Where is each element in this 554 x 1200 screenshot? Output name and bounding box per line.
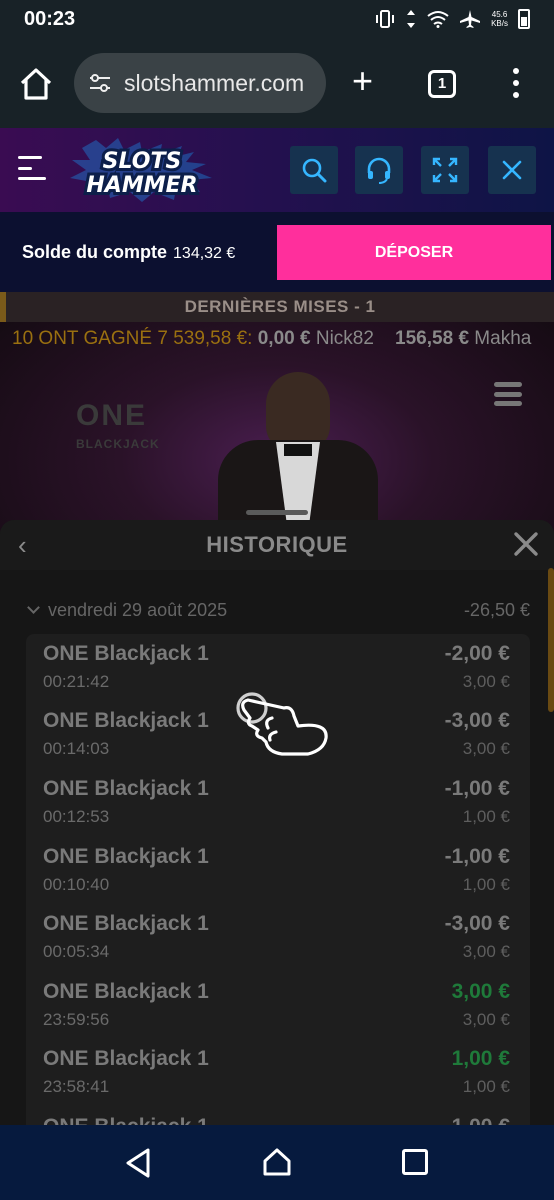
list-item[interactable]: ONE Blackjack 1 00:05:34 -3,00 € 3,00 € <box>26 904 530 972</box>
fullscreen-button[interactable] <box>421 146 469 194</box>
history-header: HISTORIQUE ‹ <box>0 520 554 570</box>
ticker-name: Makha <box>474 328 532 349</box>
ticker-name: Nick82 <box>315 328 374 349</box>
battery-icon <box>518 9 530 29</box>
close-icon <box>502 160 522 180</box>
wifi-icon <box>427 11 449 28</box>
slots-hammer-logo[interactable]: SLOTS SLOTS HAMMER HAMMER <box>66 138 218 202</box>
close-icon[interactable] <box>512 530 540 558</box>
status-time: 00:23 <box>24 7 76 30</box>
search-button[interactable] <box>290 146 338 194</box>
tap-gesture-icon <box>236 692 328 756</box>
day-group-header[interactable]: vendredi 29 août 2025 -26,50 € <box>26 600 530 624</box>
support-button[interactable] <box>355 146 403 194</box>
balance-value: 134,32 € <box>173 245 236 262</box>
browser-toolbar: slotshammer.com + 1 <box>0 38 554 128</box>
svg-text:SLOTS: SLOTS <box>103 149 182 174</box>
site-header: SLOTS SLOTS HAMMER HAMMER <box>0 128 554 212</box>
close-game-button[interactable] <box>488 146 536 194</box>
list-item[interactable]: ONE Blackjack 1 1,00 € <box>26 1107 530 1125</box>
table-logo: ONE BLACKJACK <box>76 399 160 452</box>
home-circle-icon[interactable] <box>262 1147 292 1177</box>
drag-handle[interactable] <box>246 510 308 515</box>
hamburger-menu-icon[interactable] <box>18 156 46 180</box>
new-tab-button[interactable]: + <box>352 63 373 99</box>
back-chevron-icon[interactable]: ‹ <box>18 532 27 558</box>
scrollbar[interactable] <box>548 568 554 712</box>
status-icons: 45.6 KB/s <box>375 9 530 29</box>
recent-apps-icon[interactable] <box>402 1149 428 1175</box>
tabs-button[interactable]: 1 <box>428 70 456 98</box>
list-item[interactable]: ONE Blackjack 1 00:12:53 -1,00 € 1,00 € <box>26 769 530 837</box>
system-nav-bar <box>0 1125 554 1200</box>
headset-icon <box>367 157 391 184</box>
history-title: HISTORIQUE <box>206 532 348 557</box>
fullscreen-icon <box>432 157 458 183</box>
home-icon[interactable] <box>18 66 54 102</box>
list-item[interactable]: ONE Blackjack 1 23:59:56 3,00 € 3,00 € <box>26 972 530 1040</box>
status-bar: 00:23 45.6 KB/s <box>0 0 554 38</box>
day-total: -26,50 € <box>463 600 530 620</box>
ticker-win: 10 ONT GAGNÉ 7 539,58 €: <box>12 328 253 349</box>
balance-label: Solde du compte 134,32 € <box>22 242 236 262</box>
back-triangle-icon[interactable] <box>124 1147 152 1179</box>
airplane-icon <box>460 10 481 28</box>
deposit-button[interactable]: DÉPOSER <box>277 225 551 280</box>
list-item[interactable]: ONE Blackjack 1 23:58:41 1,00 € 1,00 € <box>26 1039 530 1107</box>
ticker-amount: 0,00 € <box>257 328 311 349</box>
url-text: slotshammer.com <box>124 69 305 96</box>
search-icon <box>302 158 327 183</box>
history-panel: HISTORIQUE ‹ vendredi 29 août 2025 -26,5… <box>0 520 554 1125</box>
balance-bar: Solde du compte 134,32 € DÉPOSER <box>0 212 554 292</box>
network-speed: 45.6 KB/s <box>491 10 508 28</box>
address-bar[interactable]: slotshammer.com <box>74 53 326 113</box>
site-settings-icon[interactable] <box>88 73 112 93</box>
data-arrows-icon <box>407 10 416 28</box>
svg-text:HAMMER: HAMMER <box>86 173 197 198</box>
last-bets-bar[interactable]: DERNIÈRES MISES - 1 <box>0 292 554 322</box>
list-item[interactable]: ONE Blackjack 1 00:10:40 -1,00 € 1,00 € <box>26 837 530 905</box>
winners-ticker: 10 ONT GAGNÉ 7 539,58 €: 0,00 € Nick82 1… <box>0 324 554 354</box>
vibrate-icon <box>376 10 395 28</box>
chevron-down-icon <box>27 601 40 614</box>
game-menu-icon[interactable] <box>494 382 522 406</box>
live-game-view[interactable]: ONE BLACKJACK DERNIÈRES MISES - 1 10 ONT … <box>0 292 554 532</box>
more-icon[interactable] <box>512 68 520 98</box>
ticker-amount: 156,58 € <box>395 328 470 349</box>
